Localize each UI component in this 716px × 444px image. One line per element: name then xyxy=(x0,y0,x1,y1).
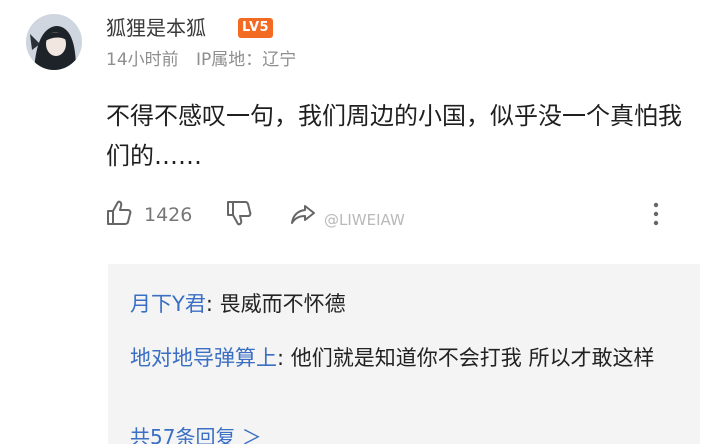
reply-author[interactable]: 月下Y君 xyxy=(130,292,206,316)
level-badge: LV5 xyxy=(238,18,274,38)
comment-card: 狐狸是本狐 LV5 14小时前 IP属地：辽宁 不得不感叹一句，我们周边的小国，… xyxy=(0,0,716,444)
reply-item[interactable]: 地对地导弹算上: 他们就是知道你不会打我 所以才敢这样 xyxy=(130,338,670,378)
ip-location: IP属地：辽宁 xyxy=(196,50,297,70)
avatar[interactable] xyxy=(26,14,82,70)
reply-text: 他们就是知道你不会打我 所以才敢这样 xyxy=(290,346,655,370)
like-count: 1426 xyxy=(144,204,193,226)
reply-separator: : xyxy=(205,292,220,316)
comment-actions: 1426 @LIWEIAW xyxy=(104,196,684,232)
like-button[interactable] xyxy=(104,198,134,228)
reply-item[interactable]: 月下Y君: 畏威而不怀德 xyxy=(130,284,670,324)
reply-text: 畏威而不怀德 xyxy=(219,292,346,316)
dislike-button[interactable] xyxy=(224,198,254,228)
more-vertical-icon xyxy=(653,202,659,226)
timestamp: 14小时前 xyxy=(106,50,179,70)
reply-author[interactable]: 地对地导弹算上 xyxy=(130,346,277,370)
thumbs-up-icon xyxy=(107,200,132,225)
reply-preview-box[interactable]: 月下Y君: 畏威而不怀德 地对地导弹算上: 他们就是知道你不会打我 所以才敢这样… xyxy=(108,264,700,444)
comment-text[interactable]: 不得不感叹一句，我们周边的小国，似乎没一个真怕我们的…… xyxy=(106,96,696,176)
username[interactable]: 狐狸是本狐 xyxy=(106,14,206,42)
reply-separator: : xyxy=(277,346,291,370)
comment-meta: 14小时前 IP属地：辽宁 xyxy=(106,48,308,72)
share-icon xyxy=(291,205,315,224)
avatar-image xyxy=(26,14,82,70)
share-button[interactable] xyxy=(288,202,318,226)
view-more-replies-link[interactable]: 共57条回复 ＞ xyxy=(130,422,262,444)
thumbs-down-icon xyxy=(227,201,252,226)
more-options-button[interactable] xyxy=(650,200,662,228)
watermark: @LIWEIAW xyxy=(324,211,405,229)
